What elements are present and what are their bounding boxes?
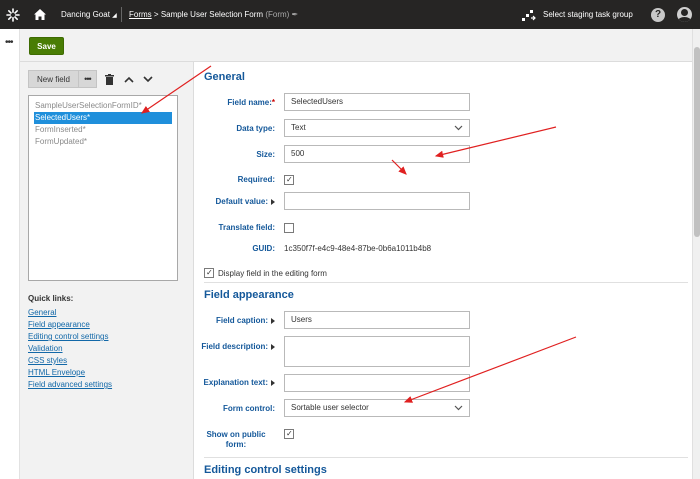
show-on-public-form-label: Show on public form: bbox=[206, 430, 266, 449]
breadcrumb-separator: > bbox=[153, 10, 159, 19]
user-avatar[interactable] bbox=[675, 0, 693, 29]
staging-icon[interactable] bbox=[520, 0, 538, 29]
quick-link-field-advanced-settings[interactable]: Field advanced settings bbox=[28, 379, 112, 391]
field-list-toolbar: New field ••• bbox=[28, 70, 154, 88]
size-label: Size: bbox=[256, 150, 275, 159]
left-rail: ••• bbox=[0, 29, 20, 479]
breadcrumb-forms-link[interactable]: Forms bbox=[129, 10, 152, 19]
field-caption-label: Field caption: bbox=[195, 316, 275, 326]
list-item[interactable]: FormInserted* bbox=[34, 124, 172, 136]
help-button[interactable]: ? bbox=[650, 0, 666, 29]
data-type-select[interactable]: Text bbox=[284, 119, 470, 137]
field-properties-form: General Field name:* SelectedUsers Data … bbox=[195, 62, 692, 479]
scrollbar-thumb[interactable] bbox=[694, 47, 700, 237]
quick-link-validation[interactable]: Validation bbox=[28, 343, 112, 355]
check-icon: ✓ bbox=[286, 429, 293, 438]
new-field-button[interactable]: New field bbox=[28, 70, 79, 88]
explanation-text-input[interactable] bbox=[284, 374, 470, 392]
quick-link-field-appearance[interactable]: Field appearance bbox=[28, 319, 112, 331]
display-in-form-label: Display field in the editing form bbox=[218, 269, 327, 278]
move-down-icon[interactable] bbox=[142, 72, 154, 86]
data-type-label: Data type: bbox=[236, 124, 275, 133]
guid-label: GUID: bbox=[252, 244, 275, 253]
header-toolbar: Save bbox=[20, 29, 700, 62]
translate-field-label: Translate field: bbox=[218, 223, 275, 232]
breadcrumb-type: (Form) bbox=[265, 10, 290, 19]
list-item-selected[interactable]: SelectedUsers* bbox=[34, 112, 172, 124]
top-bar: Dancing Goat ◢ Forms > Sample User Selec… bbox=[0, 0, 700, 29]
user-avatar-icon bbox=[676, 7, 692, 22]
form-control-label: Form control: bbox=[223, 404, 275, 413]
list-item[interactable]: FormUpdated* bbox=[34, 136, 172, 148]
quick-link-general[interactable]: General bbox=[28, 307, 112, 319]
expand-arrow-icon bbox=[271, 379, 275, 386]
check-icon: ✓ bbox=[206, 268, 213, 277]
expand-arrow-icon bbox=[271, 198, 275, 205]
field-caption-input[interactable]: Users bbox=[284, 311, 470, 329]
translate-field-checkbox[interactable] bbox=[284, 223, 294, 233]
field-description-input[interactable] bbox=[284, 336, 470, 367]
app-window: Dancing Goat ◢ Forms > Sample User Selec… bbox=[0, 0, 700, 479]
default-value-label: Default value: bbox=[195, 197, 275, 207]
quick-link-css-styles[interactable]: CSS styles bbox=[28, 355, 112, 367]
display-in-form-checkbox[interactable]: ✓ bbox=[204, 268, 214, 278]
page-scrollbar[interactable] bbox=[692, 29, 700, 479]
save-button[interactable]: Save bbox=[29, 37, 64, 55]
breadcrumb: Forms > Sample User Selection Form (Form… bbox=[129, 0, 298, 29]
site-dropdown-icon: ◢ bbox=[112, 13, 117, 19]
quick-links: Quick links: General Field appearance Ed… bbox=[28, 294, 112, 391]
field-list: SampleUserSelectionFormID* SelectedUsers… bbox=[28, 95, 178, 281]
site-name: Dancing Goat bbox=[61, 10, 110, 19]
more-apps-icon[interactable]: ••• bbox=[5, 37, 13, 48]
expand-arrow-icon bbox=[271, 317, 275, 324]
guid-value: 1c350f7f-e4c9-48e4-87be-0b6a1011b4b8 bbox=[284, 244, 432, 253]
delete-icon[interactable] bbox=[104, 72, 116, 86]
pin-icon[interactable]: ✒ bbox=[292, 10, 299, 19]
quick-links-title: Quick links: bbox=[28, 294, 74, 303]
default-value-input[interactable] bbox=[284, 192, 470, 210]
help-icon: ? bbox=[651, 7, 665, 22]
expand-arrow-icon bbox=[271, 343, 275, 350]
field-editor-sidebar: New field ••• SampleUserSelectionFormID*… bbox=[20, 62, 194, 479]
explanation-text-label: Explanation text: bbox=[195, 378, 275, 388]
check-icon: ✓ bbox=[286, 175, 293, 184]
more-options-button[interactable]: ••• bbox=[78, 70, 97, 88]
site-selector[interactable]: Dancing Goat ◢ bbox=[61, 0, 117, 29]
data-type-value: Text bbox=[291, 123, 306, 132]
size-input[interactable]: 500 bbox=[284, 145, 470, 163]
chevron-down-icon bbox=[454, 405, 463, 411]
required-checkbox[interactable]: ✓ bbox=[284, 175, 294, 185]
chevron-down-icon bbox=[454, 125, 463, 131]
field-name-input[interactable]: SelectedUsers bbox=[284, 93, 470, 111]
list-item[interactable]: SampleUserSelectionFormID* bbox=[34, 100, 172, 112]
section-appearance-title: Field appearance bbox=[204, 289, 294, 301]
quick-link-html-envelope[interactable]: HTML Envelope bbox=[28, 367, 112, 379]
move-up-icon[interactable] bbox=[123, 72, 135, 86]
section-divider bbox=[204, 282, 688, 283]
section-editing-control-title: Editing control settings bbox=[204, 464, 327, 476]
breadcrumb-current: Sample User Selection Form bbox=[160, 10, 264, 19]
field-description-label: Field description: bbox=[195, 342, 275, 352]
kentico-logo-icon[interactable] bbox=[3, 0, 23, 29]
section-divider bbox=[204, 457, 688, 458]
section-general-title: General bbox=[204, 71, 245, 83]
form-control-value: Sortable user selector bbox=[291, 403, 369, 412]
quick-link-editing-control-settings[interactable]: Editing control settings bbox=[28, 331, 112, 343]
form-control-select[interactable]: Sortable user selector bbox=[284, 399, 470, 417]
staging-task-group-label[interactable]: Select staging task group bbox=[543, 0, 633, 29]
home-icon[interactable] bbox=[30, 0, 50, 29]
required-label: Required: bbox=[237, 175, 275, 184]
show-on-public-form-checkbox[interactable]: ✓ bbox=[284, 429, 294, 439]
field-name-label: Field name:* bbox=[227, 98, 275, 107]
